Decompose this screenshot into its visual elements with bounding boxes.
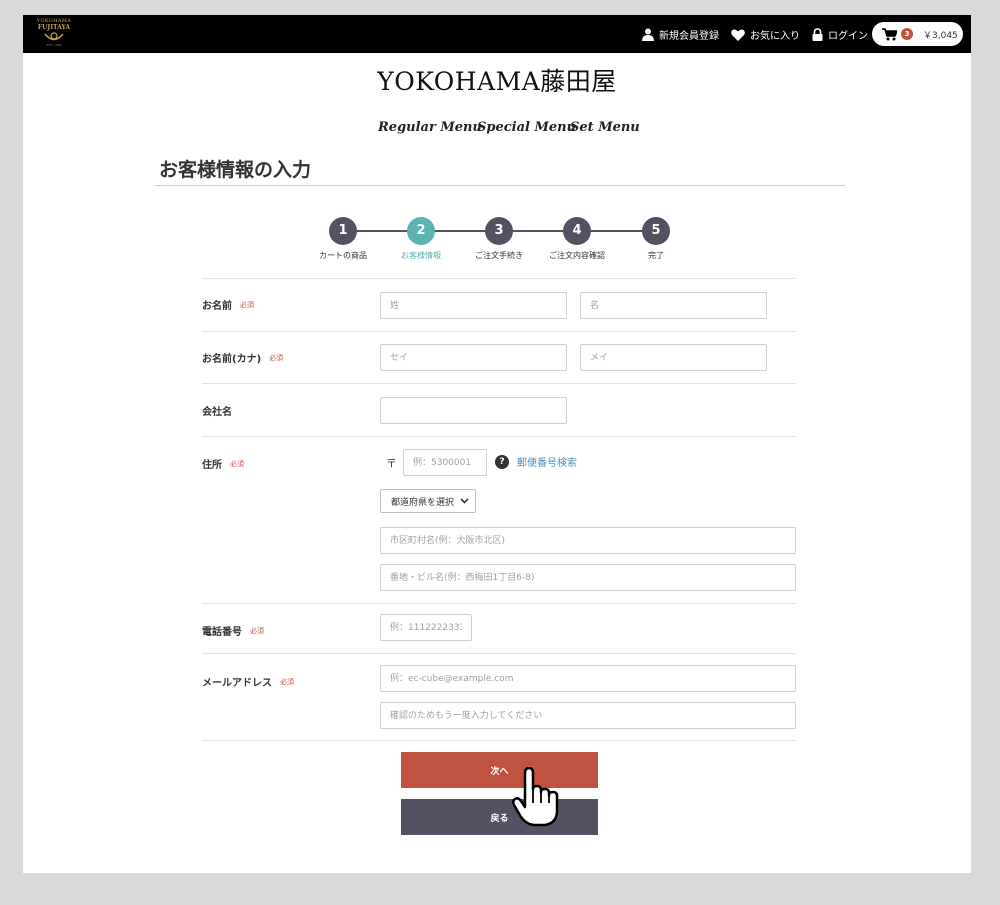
prefecture-select[interactable]: 都道府県を選択 [380, 489, 476, 513]
address-label-text: 住所 [202, 460, 222, 471]
step-number: 2 [407, 217, 435, 245]
step-number: 1 [329, 217, 357, 245]
cart-count-badge: 3 [901, 28, 913, 40]
step-label: 完了 [648, 251, 664, 260]
company-label: 会社名 [202, 403, 232, 418]
site-logo[interactable]: YOKOHAMA FUJITAYA EST. 1930 [36, 18, 72, 50]
zip-search-link[interactable]: 郵便番号検索 [517, 454, 577, 469]
step-label: ご注文手続き [475, 251, 523, 260]
progress-step-2: 2 お客様情報 [376, 217, 466, 261]
back-button[interactable]: 戻る [401, 799, 598, 835]
form-divider [202, 383, 796, 384]
required-badge: 必須 [280, 677, 294, 686]
logo-crest-icon [44, 32, 64, 41]
last-name-kana-input[interactable] [380, 344, 567, 371]
phone-label: 電話番号 必須 [202, 623, 264, 639]
required-badge: 必須 [240, 300, 254, 309]
menu-set[interactable]: Set Menu [570, 120, 640, 135]
first-name-kana-input[interactable] [580, 344, 767, 371]
title-divider [154, 185, 845, 186]
name-label: お名前 必須 [202, 297, 254, 313]
step-label: お客様情報 [401, 251, 441, 260]
progress-step-4: 4 ご注文内容確認 [532, 217, 622, 261]
required-badge: 必須 [230, 459, 244, 468]
street-input[interactable] [380, 564, 796, 591]
step-number: 5 [642, 217, 670, 245]
email-confirm-input[interactable] [380, 702, 796, 729]
favorites-label: お気に入り [750, 31, 800, 42]
company-input[interactable] [380, 397, 567, 424]
required-badge: 必須 [269, 353, 284, 362]
progress-step-3: 3 ご注文手続き [454, 217, 544, 261]
help-icon[interactable]: ? [495, 455, 509, 469]
first-name-input[interactable] [580, 292, 767, 319]
company-label-text: 会社名 [202, 407, 232, 418]
lock-icon [812, 28, 823, 41]
postal-mark: 〒 [386, 457, 397, 470]
city-input[interactable] [380, 527, 796, 554]
login-link[interactable]: ログイン [812, 27, 868, 42]
step-label: カートの商品 [319, 251, 367, 260]
favorites-link[interactable]: お気に入り [731, 27, 800, 42]
hand-pointer-icon [511, 767, 559, 827]
register-link[interactable]: 新規会員登録 [642, 27, 719, 42]
last-name-input[interactable] [380, 292, 567, 319]
email-label: メールアドレス 必須 [202, 674, 294, 690]
login-label: ログイン [828, 31, 868, 42]
form-divider [202, 331, 796, 332]
email-input[interactable] [380, 665, 796, 692]
next-button[interactable]: 次へ [401, 752, 598, 788]
progress-step-1: 1 カートの商品 [298, 217, 388, 261]
name-label-text: お名前 [202, 301, 232, 312]
required-badge: 必須 [250, 626, 264, 635]
prefecture-selected: 都道府県を選択 [391, 497, 455, 508]
cart-icon [882, 27, 897, 40]
step-number: 3 [485, 217, 513, 245]
kana-label: お名前(カナ) 必須 [202, 350, 284, 366]
cart-button[interactable]: 3 ￥3,045 [872, 22, 963, 46]
form-divider [202, 653, 796, 654]
logo-line-3: EST. 1930 [46, 43, 62, 47]
brand-title[interactable]: YOKOHAMA藤田屋 [23, 62, 971, 98]
form-divider [202, 603, 796, 604]
chevron-down-icon [460, 498, 469, 504]
register-label: 新規会員登録 [659, 31, 719, 42]
form-divider [202, 740, 796, 741]
form-divider [202, 278, 796, 279]
phone-label-text: 電話番号 [202, 627, 242, 638]
phone-input[interactable] [380, 614, 472, 641]
top-bar: YOKOHAMA FUJITAYA EST. 1930 新規会員登録 お気に入り [23, 15, 971, 53]
user-icon [642, 28, 654, 41]
page-title: お客様情報の入力 [159, 159, 312, 181]
form-divider [202, 436, 796, 437]
menu-special[interactable]: Special Menu [477, 120, 576, 135]
email-label-text: メールアドレス [202, 678, 272, 689]
kana-label-text: お名前(カナ) [202, 354, 262, 365]
heart-icon [731, 29, 745, 41]
progress-step-5: 5 完了 [611, 217, 701, 261]
zip-code-input[interactable] [403, 449, 487, 476]
menu-regular[interactable]: Regular Menu [378, 120, 482, 135]
step-number: 4 [563, 217, 591, 245]
step-label: ご注文内容確認 [549, 251, 605, 260]
address-label: 住所 必須 [202, 456, 244, 472]
cart-total: ￥3,045 [923, 30, 958, 41]
page-frame: YOKOHAMA FUJITAYA EST. 1930 新規会員登録 お気に入り [23, 15, 971, 873]
logo-line-2: FUJITAYA [37, 24, 71, 31]
